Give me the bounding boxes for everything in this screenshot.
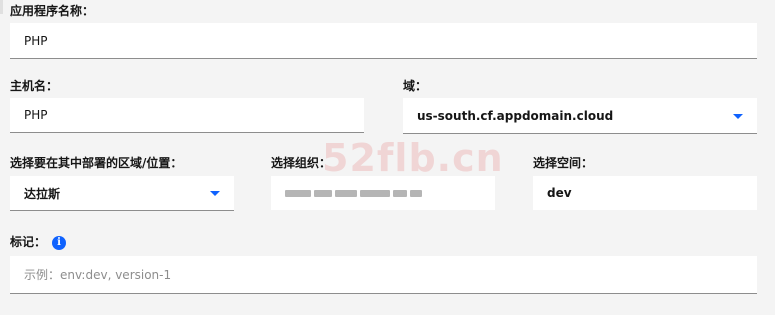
tags-placeholder: 示例：env:dev, version-1	[24, 268, 172, 282]
organization-select[interactable]	[271, 176, 495, 210]
space-label: 选择空间：	[533, 156, 594, 170]
tags-input[interactable]: 示例：env:dev, version-1	[10, 256, 757, 294]
chevron-down-icon	[210, 191, 220, 196]
chevron-down-icon	[733, 113, 743, 119]
app-create-form: 应用程序名称： PHP 主机名： PHP 域： us-south.cf.appd…	[0, 0, 775, 315]
app-name-input[interactable]: PHP	[10, 23, 757, 59]
domain-select[interactable]: us-south.cf.appdomain.cloud	[403, 98, 757, 134]
region-select[interactable]: 达拉斯	[10, 176, 234, 211]
host-name-input[interactable]: PHP	[10, 98, 364, 133]
space-select[interactable]: dev	[533, 176, 757, 210]
app-name-value: PHP	[24, 33, 48, 48]
info-icon[interactable]: i	[52, 235, 67, 250]
region-value: 达拉斯	[24, 186, 61, 201]
watermark: 52flb.cn	[322, 136, 504, 180]
space-value: dev	[547, 186, 572, 200]
tags-label: 标记：	[10, 235, 47, 249]
organization-value-redacted	[285, 189, 422, 197]
tags-label-row: 标记： i	[10, 234, 67, 250]
host-name-label: 主机名：	[10, 79, 59, 93]
domain-value: us-south.cf.appdomain.cloud	[417, 108, 614, 123]
region-label: 选择要在其中部署的区域/位置：	[10, 156, 183, 170]
organization-label: 选择组织：	[271, 156, 332, 170]
app-name-label: 应用程序名称：	[10, 4, 95, 18]
edge-marker	[0, 0, 3, 14]
host-name-value: PHP	[24, 108, 48, 122]
domain-label: 域：	[403, 79, 428, 93]
